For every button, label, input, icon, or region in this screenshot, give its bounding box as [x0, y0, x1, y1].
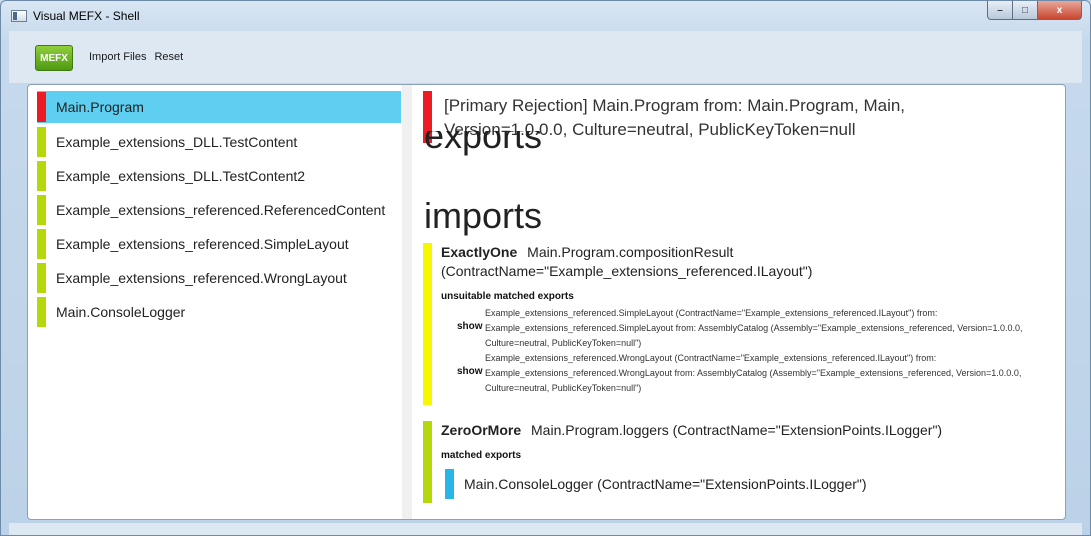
- part-label: Example_extensions_referenced.SimpleLayo…: [56, 236, 349, 252]
- show-button[interactable]: show: [441, 321, 485, 332]
- show-button[interactable]: show: [441, 366, 485, 377]
- close-button[interactable]: x: [1038, 1, 1082, 20]
- export-row: show Example_extensions_referenced.Wrong…: [441, 351, 1065, 396]
- matched-export-text: Main.ConsoleLogger (ContractName="Extens…: [464, 476, 867, 492]
- window-title: Visual MEFX - Shell: [33, 9, 140, 23]
- part-status-bar: [37, 127, 46, 157]
- part-label: Example_extensions_DLL.TestContent2: [56, 168, 306, 184]
- part-list-item[interactable]: Example_extensions_referenced.Referenced…: [37, 193, 401, 227]
- app-icon: [11, 10, 27, 22]
- import-exactlyone: ExactlyOne Main.Program.compositionResul…: [423, 243, 1065, 405]
- part-list-item[interactable]: Main.Program: [37, 91, 401, 123]
- import-zeroormore: ZeroOrMore Main.Program.loggers (Contrac…: [423, 421, 942, 503]
- part-label: Example_extensions_referenced.WrongLayou…: [56, 270, 347, 286]
- status-bar: [9, 523, 1082, 535]
- content-panel: Main.Program Example_extensions_DLL.TestC…: [27, 84, 1066, 520]
- maximize-icon: □: [1021, 4, 1029, 16]
- window-controls: – □ x: [987, 1, 1082, 20]
- part-status-bar: [37, 92, 46, 122]
- detail-pane: [Primary Rejection] Main.Program from: M…: [423, 85, 1065, 519]
- part-status-bar: [37, 161, 46, 191]
- main-window: Visual MEFX - Shell – □ x MEFX Import Fi…: [0, 0, 1091, 536]
- part-list-item[interactable]: Example_extensions_DLL.TestContent2: [37, 159, 401, 193]
- part-list-item[interactable]: Example_extensions_referenced.SimpleLayo…: [37, 227, 401, 261]
- unsuitable-exports-heading: unsuitable matched exports: [441, 291, 574, 302]
- minimize-button[interactable]: –: [987, 1, 1013, 20]
- title-bar[interactable]: Visual MEFX - Shell – □ x: [1, 1, 1090, 31]
- mefx-logo: MEFX: [35, 45, 73, 71]
- import-status-bar: [423, 243, 432, 405]
- matched-exports-heading: matched exports: [441, 450, 522, 461]
- part-status-bar: [37, 263, 46, 293]
- matched-status-bar: [445, 469, 454, 499]
- import-body: ExactlyOne Main.Program.compositionResul…: [441, 243, 1065, 405]
- splitter[interactable]: [402, 85, 412, 519]
- import-body: ZeroOrMore Main.Program.loggers (Contrac…: [441, 421, 942, 503]
- export-text: Example_extensions_referenced.SimpleLayo…: [485, 308, 1023, 348]
- part-list-item[interactable]: Example_extensions_referenced.WrongLayou…: [37, 261, 401, 295]
- import-description: Main.Program.loggers (ContractName="Exte…: [531, 422, 943, 438]
- cardinality-label: ZeroOrMore: [441, 422, 522, 438]
- part-label: Main.ConsoleLogger: [56, 304, 186, 320]
- parts-pane: Main.Program Example_extensions_DLL.TestC…: [28, 85, 412, 519]
- import-header: ExactlyOne Main.Program.compositionResul…: [441, 243, 1065, 281]
- export-text: Example_extensions_referenced.WrongLayou…: [485, 353, 1022, 393]
- cardinality-label: ExactlyOne: [441, 244, 518, 260]
- export-row: show Example_extensions_referenced.Simpl…: [441, 306, 1065, 351]
- part-status-bar: [37, 229, 46, 259]
- maximize-button[interactable]: □: [1013, 1, 1038, 20]
- reset-button[interactable]: Reset: [154, 51, 183, 63]
- exports-heading-text: exports: [424, 131, 543, 156]
- matched-export[interactable]: Main.ConsoleLogger (ContractName="Extens…: [445, 469, 942, 499]
- close-icon: x: [1056, 4, 1063, 16]
- minimize-icon: –: [997, 4, 1003, 16]
- parts-list: Main.Program Example_extensions_DLL.TestC…: [28, 85, 412, 329]
- part-label: Main.Program: [56, 99, 144, 115]
- import-status-bar: [423, 421, 432, 503]
- part-label: Example_extensions_referenced.Referenced…: [56, 202, 386, 218]
- imports-heading: imports: [424, 195, 543, 236]
- exports-heading: exports: [424, 131, 542, 161]
- toolbar: MEFX Import Files Reset: [9, 31, 1082, 83]
- part-list-item[interactable]: Main.ConsoleLogger: [37, 295, 401, 329]
- import-header: ZeroOrMore Main.Program.loggers (Contrac…: [441, 421, 942, 440]
- part-status-bar: [37, 195, 46, 225]
- part-status-bar: [37, 297, 46, 327]
- import-files-button[interactable]: Import Files: [89, 51, 146, 63]
- part-list-item[interactable]: Example_extensions_DLL.TestContent: [37, 125, 401, 159]
- part-label: Example_extensions_DLL.TestContent: [56, 134, 298, 150]
